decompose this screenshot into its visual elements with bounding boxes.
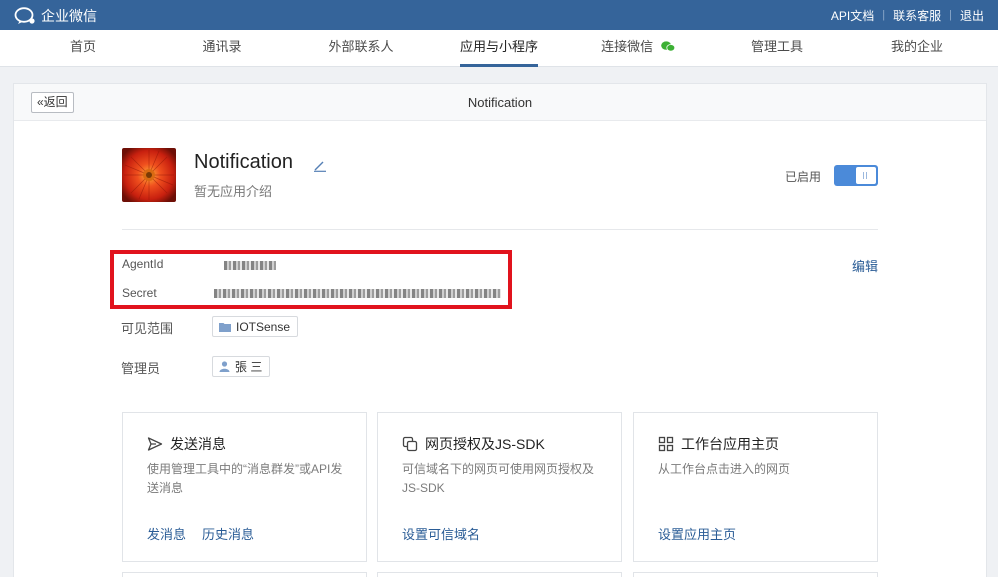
- nav-external-contacts[interactable]: 外部联系人: [324, 30, 398, 67]
- panel-links: 发消息 历史消息: [147, 524, 270, 543]
- panel-title: 网页授权及JS-SDK: [402, 434, 545, 454]
- enable-status-label: 已启用: [785, 170, 822, 184]
- secret-value-redacted: [214, 289, 501, 298]
- panel-description: 可信域名下的网页可使用网页授权及JS-SDK: [402, 462, 595, 495]
- more-panel: [377, 572, 622, 577]
- nav-connect-wechat-label: 连接微信: [601, 39, 654, 54]
- separator: |: [949, 9, 952, 21]
- more-panel: [633, 572, 878, 577]
- app-name: Notification: [194, 151, 293, 173]
- logo[interactable]: 企业微信: [14, 6, 97, 26]
- admin-chip[interactable]: 張 三: [212, 356, 271, 377]
- set-app-homepage-link[interactable]: 设置应用主页: [658, 527, 736, 542]
- send-icon: [147, 437, 163, 451]
- nav-home[interactable]: 首页: [60, 30, 106, 67]
- enable-toggle[interactable]: [834, 165, 878, 186]
- logo-text: 企业微信: [41, 8, 97, 24]
- nav-admin-tools[interactable]: 管理工具: [746, 30, 808, 67]
- back-button[interactable]: «返回: [31, 92, 74, 113]
- more-panel: [122, 572, 367, 577]
- panel-links: 设置应用主页: [658, 524, 752, 543]
- panel-description: 从工作台点击进入的网页: [658, 462, 791, 476]
- set-trusted-domain-link[interactable]: 设置可信域名: [402, 527, 480, 542]
- send-message-panel: 发送消息 使用管理工具中的“消息群发”或API发送消息 发消息 历史消息: [122, 412, 367, 562]
- nav-my-company[interactable]: 我的企业: [886, 30, 948, 67]
- copy-icon: [402, 436, 418, 452]
- edit-credentials-link[interactable]: 编辑: [852, 256, 878, 275]
- panel-title-text: 网页授权及JS-SDK: [425, 436, 545, 452]
- main-nav: 首页 通讯录 外部联系人 应用与小程序 连接微信 管理工具 我的企业: [0, 30, 998, 67]
- card-header: Notification «返回: [14, 84, 986, 121]
- agentid-value-redacted: [224, 261, 276, 270]
- top-bar: 企业微信 API文档 | 联系客服 | 退出: [0, 0, 998, 30]
- send-message-link[interactable]: 发消息: [147, 527, 186, 542]
- agentid-label: AgentId: [122, 257, 164, 271]
- credentials-highlight-box: [110, 250, 512, 309]
- grid-icon: [658, 436, 674, 452]
- separator: |: [882, 9, 886, 21]
- divider: [122, 229, 878, 230]
- logout-link[interactable]: 退出: [960, 7, 984, 24]
- app-icon: [122, 148, 176, 202]
- folder-icon: [219, 322, 231, 332]
- panel-title: 工作台应用主页: [658, 434, 779, 454]
- wework-logo-icon: [14, 7, 35, 24]
- admin-value: 張 三: [235, 360, 263, 374]
- nav-connect-wechat[interactable]: 连接微信: [598, 30, 678, 67]
- admin-label: 管理员: [121, 361, 161, 376]
- nav-contacts[interactable]: 通讯录: [196, 30, 248, 67]
- visible-scope-label: 可见范围: [121, 321, 174, 336]
- panel-title-text: 发送消息: [170, 436, 226, 452]
- user-icon: [219, 361, 230, 372]
- wechat-icon: [661, 41, 675, 52]
- app-detail-card: Notification «返回 Notification 暂无应用介绍 已启用…: [13, 83, 987, 577]
- page-title: Notification: [467, 95, 533, 110]
- panel-description: 使用管理工具中的“消息群发”或API发送消息: [147, 462, 343, 495]
- flower-image-icon: [122, 148, 176, 202]
- contact-support-link[interactable]: 联系客服: [893, 7, 941, 24]
- app-description: 暂无应用介绍: [194, 184, 273, 199]
- secret-label: Secret: [122, 286, 157, 300]
- visible-scope-chip[interactable]: IOTSense: [212, 316, 299, 337]
- panel-title: 发送消息: [147, 434, 226, 454]
- api-docs-link[interactable]: API文档: [831, 7, 874, 24]
- message-history-link[interactable]: 历史消息: [202, 527, 254, 542]
- edit-name-icon[interactable]: [313, 160, 327, 172]
- nav-apps[interactable]: 应用与小程序: [460, 30, 538, 67]
- visible-scope-value: IOTSense: [236, 319, 291, 334]
- top-links: API文档 | 联系客服 | 退出: [831, 0, 984, 30]
- panel-links: 设置可信域名: [402, 524, 496, 543]
- toggle-knob: [856, 167, 876, 184]
- workbench-homepage-panel: 工作台应用主页 从工作台点击进入的网页 设置应用主页: [633, 412, 878, 562]
- web-auth-jssdk-panel: 网页授权及JS-SDK 可信域名下的网页可使用网页授权及JS-SDK 设置可信域…: [377, 412, 622, 562]
- panel-title-text: 工作台应用主页: [681, 436, 779, 452]
